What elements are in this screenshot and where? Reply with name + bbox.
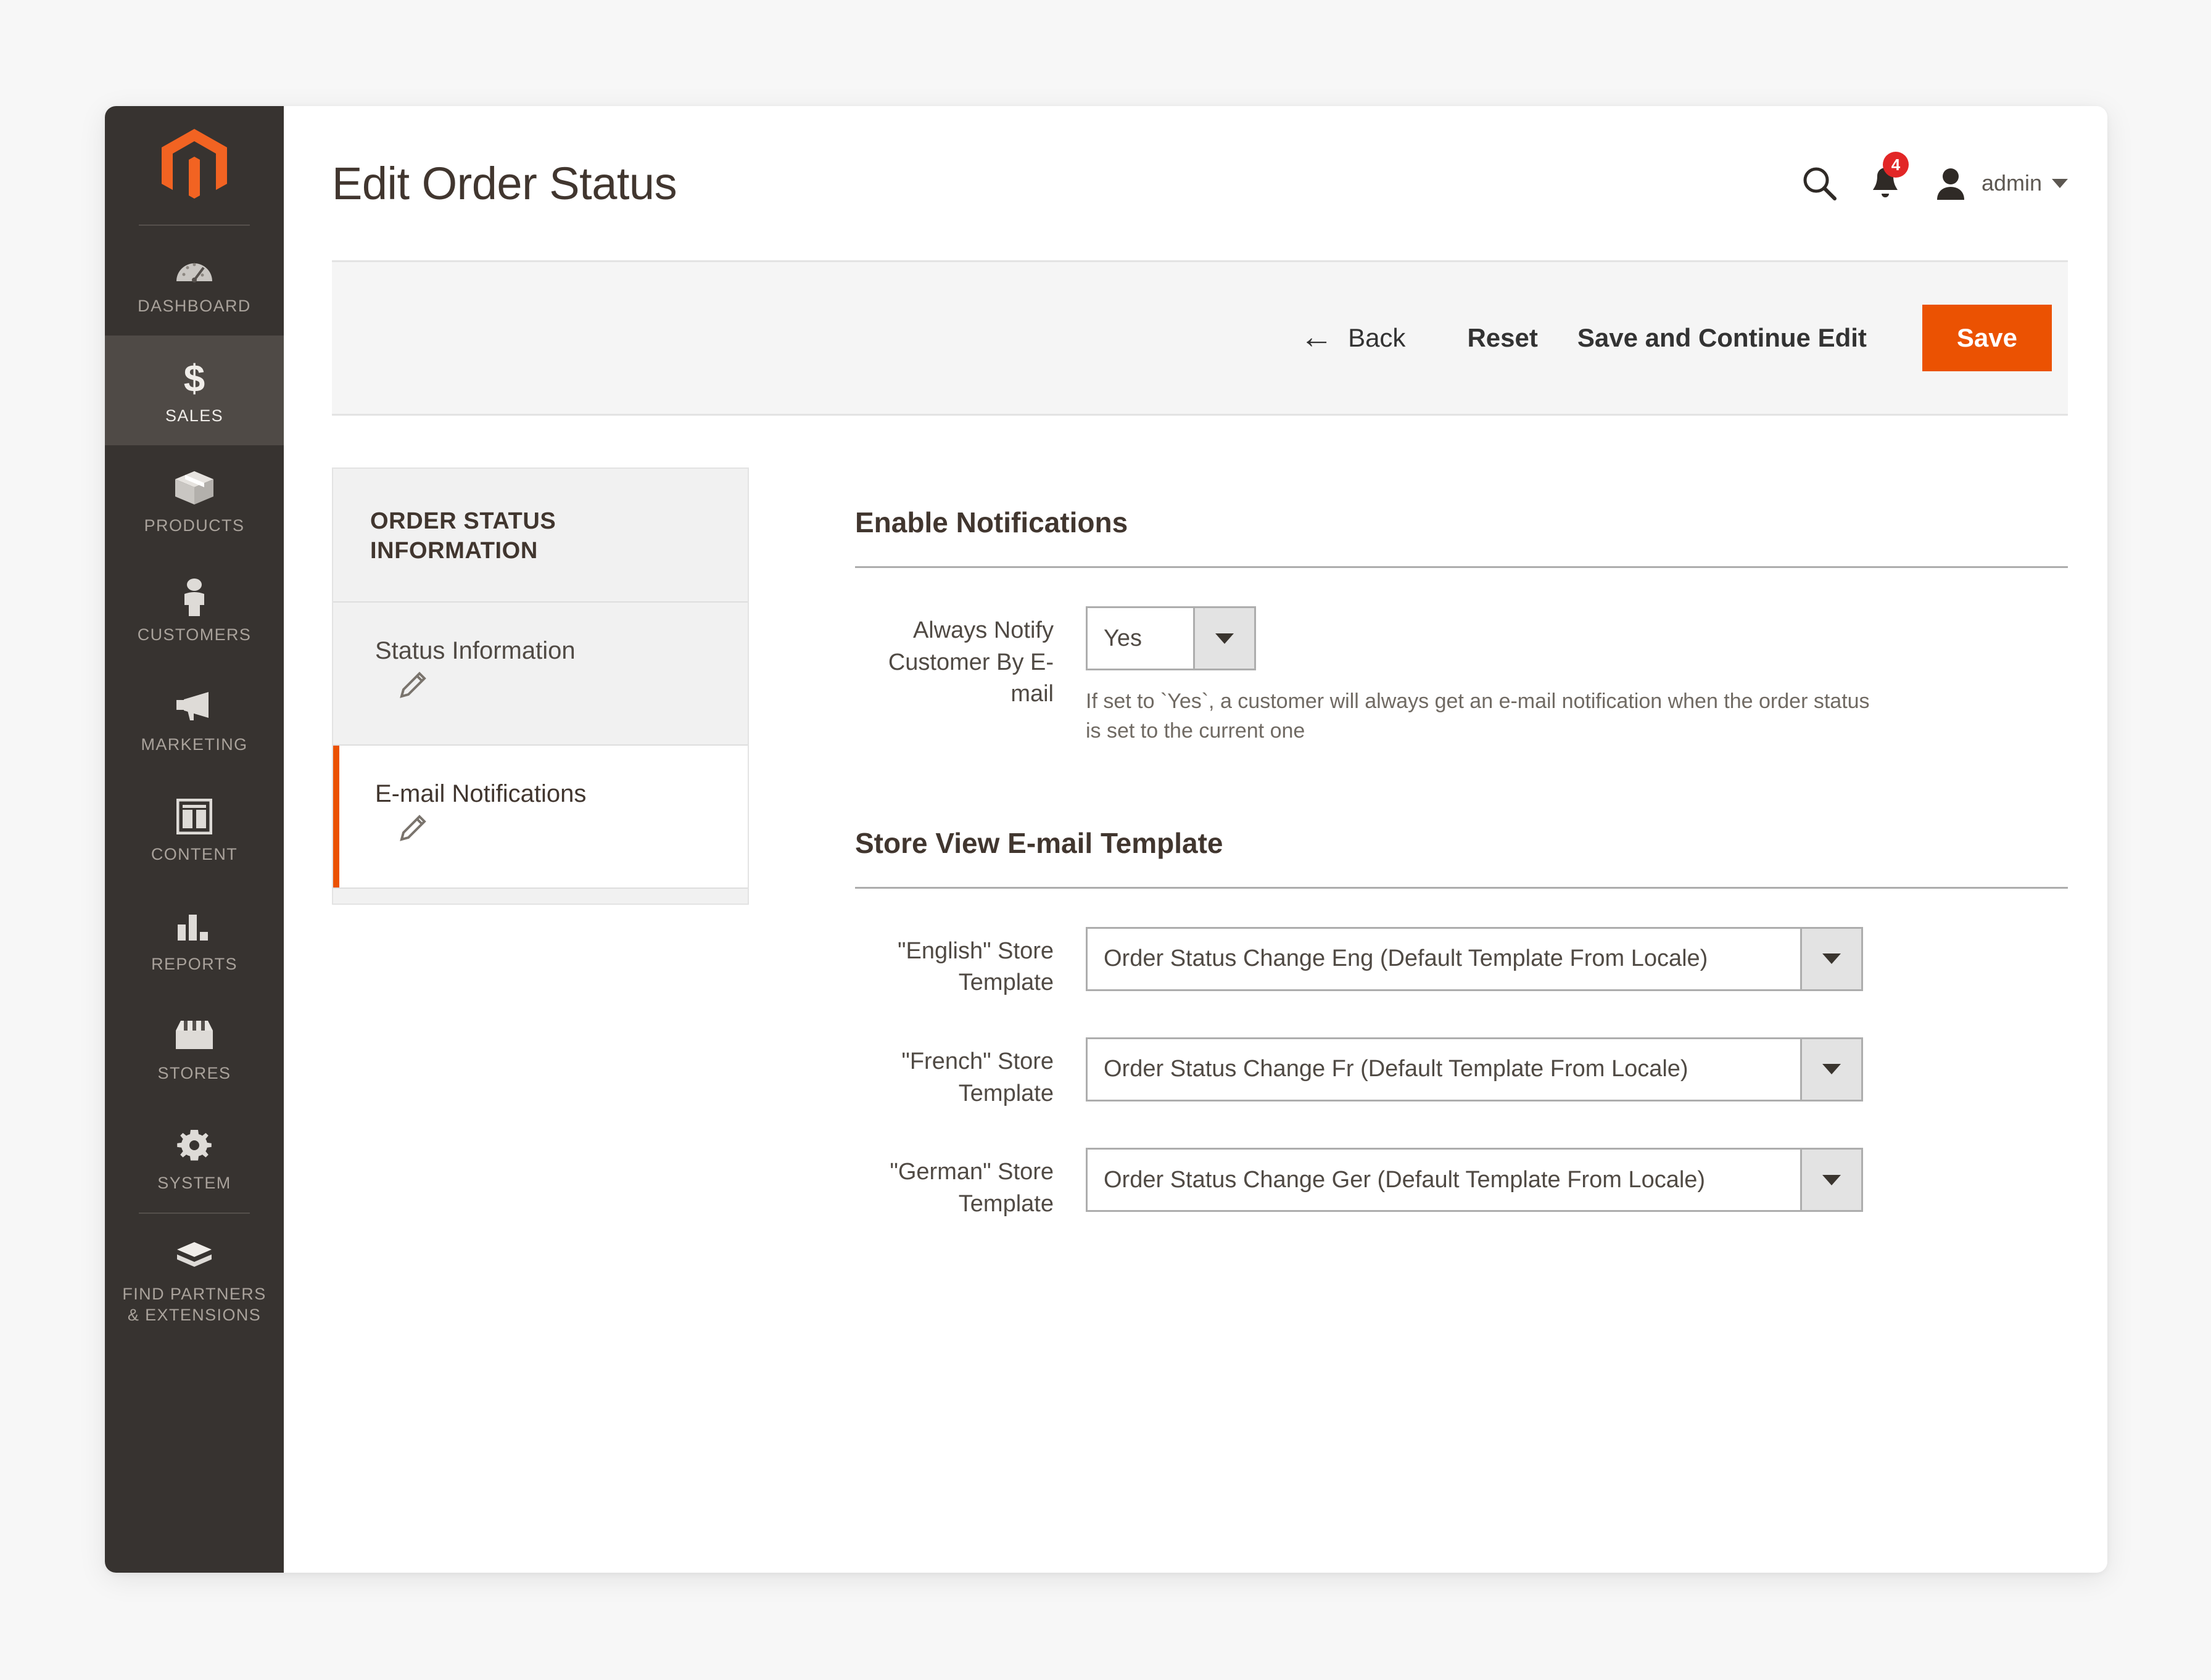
german-store-template-value: Order Status Change Ger (Default Templat… bbox=[1104, 1166, 1706, 1193]
sidebar-item-products[interactable]: Products bbox=[105, 445, 284, 555]
search-button[interactable] bbox=[1801, 165, 1837, 201]
tab-label: Status Information bbox=[375, 637, 576, 664]
chevron-down-icon bbox=[2052, 178, 2068, 188]
section-title-enable-notifications: Enable Notifications bbox=[855, 506, 1128, 538]
page-title: Edit Order Status bbox=[332, 157, 677, 209]
save-and-continue-edit-button[interactable]: Save and Continue Edit bbox=[1577, 323, 1867, 353]
chevron-down-icon[interactable] bbox=[1193, 608, 1254, 669]
sidebar-item-reports[interactable]: Reports bbox=[105, 884, 284, 994]
notifications-button[interactable]: 4 bbox=[1869, 152, 1909, 201]
field-label: Always Notify Customer By E-mail bbox=[888, 617, 1054, 707]
section-rule bbox=[855, 886, 2068, 889]
field-label: "English" Store Template bbox=[898, 937, 1054, 996]
content-area: Edit Order Status 4 admin ← Back Reset S… bbox=[284, 106, 2107, 1573]
main-sidebar: Dashboard $ Sales bbox=[105, 106, 284, 1573]
field-label: "German" Store Template bbox=[890, 1159, 1054, 1217]
user-avatar-icon bbox=[1936, 168, 1964, 200]
always-notify-help-text: If set to `Yes`, a customer will always … bbox=[1086, 690, 1870, 743]
magento-logo-icon bbox=[162, 129, 227, 199]
english-store-template-value: Order Status Change Eng (Default Templat… bbox=[1104, 945, 1708, 972]
tab-nav-title: Order Status Information bbox=[333, 469, 748, 603]
sidebar-item-dashboard[interactable]: Dashboard bbox=[105, 226, 284, 336]
magento-logo[interactable] bbox=[105, 106, 284, 224]
sidebar-item-system[interactable]: System bbox=[105, 1103, 284, 1213]
sidebar-item-sales[interactable]: $ Sales bbox=[105, 335, 284, 445]
sidebar-item-label: Sales bbox=[165, 406, 224, 425]
sidebar-item-label: Products bbox=[144, 516, 245, 535]
sidebar-item-label: Customers bbox=[137, 625, 252, 644]
dollar-sign-icon: $ bbox=[109, 358, 280, 399]
admin-window: Dashboard $ Sales bbox=[105, 106, 2107, 1573]
pencil-icon bbox=[396, 813, 712, 848]
pencil-icon bbox=[396, 670, 712, 705]
page-body: Order Status Information Status Informat… bbox=[284, 467, 2107, 1221]
arrow-left-icon: ← bbox=[1300, 318, 1334, 355]
sidebar-item-find-partners-extensions[interactable]: FIND PARTNERS & EXTENSIONS bbox=[105, 1214, 284, 1344]
chevron-down-icon[interactable] bbox=[1800, 928, 1861, 989]
megaphone-icon bbox=[109, 686, 280, 727]
english-store-template-select[interactable]: Order Status Change Eng (Default Templat… bbox=[1086, 926, 1863, 991]
dashboard-gauge-icon bbox=[109, 248, 280, 289]
page-actions-toolbar: ← Back Reset Save and Continue Edit Save bbox=[332, 260, 2068, 416]
german-store-template-select[interactable]: Order Status Change Ger (Default Templat… bbox=[1086, 1148, 1863, 1213]
sidebar-item-customers[interactable]: Customers bbox=[105, 554, 284, 664]
sidebar-item-label: Content bbox=[151, 844, 238, 863]
field-always-notify-customer-by-email: Always Notify Customer By E-mail Yes If … bbox=[855, 606, 2068, 746]
sidebar-item-label: Stores bbox=[157, 1064, 231, 1083]
always-notify-select-value: Yes bbox=[1104, 625, 1142, 651]
field-english-store-template: "English" Store Template Order Status Ch… bbox=[855, 926, 2068, 999]
always-notify-select[interactable]: Yes bbox=[1086, 606, 1256, 670]
field-control: Order Status Change Eng (Default Templat… bbox=[1086, 926, 2068, 991]
tab-status-information[interactable]: Status Information bbox=[333, 603, 748, 744]
field-french-store-template: "French" Store Template Order Status Cha… bbox=[855, 1037, 2068, 1110]
save-button[interactable]: Save bbox=[1922, 305, 2052, 371]
chevron-down-icon[interactable] bbox=[1800, 1150, 1861, 1211]
search-icon bbox=[1803, 167, 1837, 200]
section-rule bbox=[855, 566, 2068, 568]
field-german-store-template: "German" Store Template Order Status Cha… bbox=[855, 1148, 2068, 1220]
french-store-template-value: Order Status Change Fr (Default Template… bbox=[1104, 1056, 1688, 1082]
tab-nav-footer bbox=[333, 887, 748, 904]
reset-button[interactable]: Reset bbox=[1467, 323, 1537, 353]
field-control: Yes If set to `Yes`, a customer will alw… bbox=[1086, 606, 2068, 746]
field-control: Order Status Change Ger (Default Templat… bbox=[1086, 1148, 2068, 1213]
extensions-icon bbox=[109, 1236, 280, 1277]
box-icon bbox=[109, 467, 280, 508]
notifications-badge: 4 bbox=[1882, 152, 1909, 178]
form-area: Enable email notifications on status cha… bbox=[749, 467, 2068, 1221]
page-header: Edit Order Status 4 admin bbox=[284, 106, 2107, 260]
section-title-store-view-email-template: Store View E-mail Template bbox=[855, 826, 1223, 859]
person-icon bbox=[109, 577, 280, 617]
sidebar-item-label: Marketing bbox=[141, 735, 248, 754]
back-button-label: Back bbox=[1348, 323, 1406, 352]
sidebar-item-label: Dashboard bbox=[138, 297, 251, 315]
tab-email-notifications[interactable]: E-mail Notifications bbox=[333, 746, 748, 887]
header-tools: 4 admin bbox=[1801, 152, 2068, 201]
chevron-down-icon[interactable] bbox=[1800, 1039, 1861, 1100]
sidebar-item-label: FIND PARTNERS & EXTENSIONS bbox=[122, 1284, 267, 1324]
user-menu[interactable]: admin bbox=[1933, 165, 2068, 201]
screenshot-root: Dashboard $ Sales bbox=[0, 0, 2211, 1680]
sidebar-item-stores[interactable]: Stores bbox=[105, 993, 284, 1103]
svg-text:$: $ bbox=[184, 358, 205, 399]
bar-chart-icon bbox=[109, 906, 280, 947]
french-store-template-select[interactable]: Order Status Change Fr (Default Template… bbox=[1086, 1037, 1863, 1101]
sidebar-item-content[interactable]: Content bbox=[105, 774, 284, 884]
sidebar-item-label: Reports bbox=[151, 954, 238, 973]
layout-icon bbox=[109, 796, 280, 837]
sidebar-item-marketing[interactable]: Marketing bbox=[105, 664, 284, 774]
order-status-information-tabs: Order Status Information Status Informat… bbox=[332, 467, 749, 905]
storefront-icon bbox=[109, 1015, 280, 1056]
back-button[interactable]: ← Back bbox=[1300, 318, 1406, 355]
tab-label: E-mail Notifications bbox=[375, 780, 587, 807]
field-control: Order Status Change Fr (Default Template… bbox=[1086, 1037, 2068, 1101]
field-label: "French" Store Template bbox=[901, 1048, 1054, 1106]
admin-username: admin bbox=[1981, 170, 2042, 196]
sidebar-item-label: System bbox=[157, 1174, 231, 1192]
gear-icon bbox=[109, 1125, 280, 1166]
